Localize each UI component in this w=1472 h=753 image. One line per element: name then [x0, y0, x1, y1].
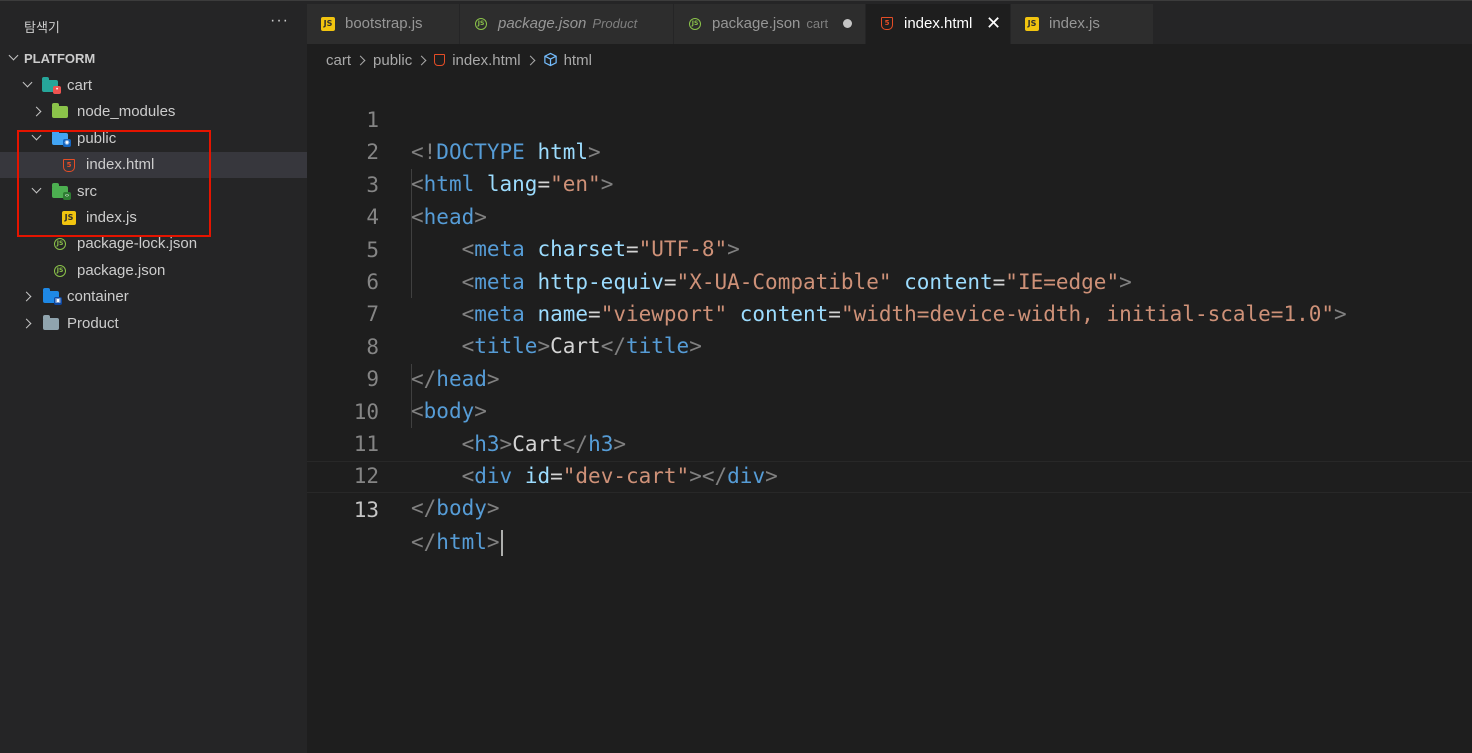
code-line: 10 <h3>Cart</h3> [307, 364, 1472, 456]
breadcrumb-item[interactable]: html [564, 50, 592, 72]
chevron-right-icon [416, 55, 427, 65]
explorer-sidebar: 탐색기 ··· PLATFORM • cart node_modules ◉ p… [0, 4, 307, 753]
tree-label: cart [67, 77, 93, 94]
node-folder-icon [52, 103, 68, 118]
editor-tab-bar: JS bootstrap.js JS package.json Product J… [307, 4, 1472, 44]
code-line: 9 <body> [307, 331, 1472, 423]
tree-label: container [67, 288, 129, 305]
code-line: 1 <!DOCTYPE html> [307, 72, 1472, 164]
html5-file-icon: 5 [881, 17, 893, 30]
code-line: 7 <title>Cart</title> [307, 266, 1472, 358]
highlight-box [17, 130, 211, 237]
breadcrumb: cart public index.html html [326, 50, 592, 72]
tab-label: index.js [1049, 15, 1100, 32]
nodejs-file-icon: JS [54, 265, 66, 277]
tree-item-container[interactable]: ▣ container [0, 284, 307, 310]
tab-filename: package.json [712, 15, 801, 32]
chevron-down-icon [8, 50, 19, 61]
code-line-current: 13 </html> [307, 460, 1472, 556]
chevron-right-icon [355, 55, 366, 65]
tab-description: cart [806, 16, 829, 31]
nodejs-file-icon: JS [54, 238, 66, 250]
tree-label: Product [67, 315, 119, 332]
code-line: 2 <html lang="en"> [307, 104, 1472, 196]
tree-label: package.json [77, 262, 166, 279]
code-text: </html> [411, 526, 503, 558]
tab-label: bootstrap.js [345, 15, 423, 32]
tab-index-html[interactable]: 5 index.html ✕ [866, 4, 1011, 44]
tab-description: Product [592, 16, 638, 31]
cart-folder-icon: • [42, 77, 61, 94]
breadcrumb-item[interactable]: public [373, 50, 412, 72]
code-line: 4 <meta charset="UTF-8"> [307, 169, 1472, 261]
chevron-right-icon [525, 55, 536, 65]
container-folder-icon: ▣ [43, 288, 62, 305]
tree-item-product[interactable]: Product [0, 311, 307, 337]
chevron-right-icon [21, 318, 32, 329]
tab-label: package.json cart [712, 15, 828, 32]
tab-label: index.html [904, 15, 973, 32]
js-file-icon: JS [1025, 17, 1039, 31]
code-line: 11 <div id="dev-cart"></div> [307, 396, 1472, 488]
cube-icon [543, 52, 557, 67]
tab-label: package.json Product [498, 15, 637, 32]
code-line: 6 <meta name="viewport" content="width=d… [307, 234, 1472, 326]
workspace-label: PLATFORM [24, 51, 96, 66]
code-line: 5 <meta http-equiv="X-UA-Compatible" con… [307, 202, 1472, 294]
tree-item-package-json[interactable]: JS package.json [0, 258, 307, 284]
close-icon[interactable]: ✕ [986, 13, 1001, 34]
tree-label: node_modules [77, 103, 176, 120]
tab-filename: package.json [498, 15, 587, 32]
js-file-icon: JS [321, 17, 335, 31]
tree-item-platform[interactable]: PLATFORM [0, 46, 307, 72]
nodejs-file-icon: JS [689, 18, 701, 30]
code-editor[interactable]: 1 <!DOCTYPE html> 2 <html lang="en"> 3 <… [307, 72, 1472, 753]
explorer-title: 탐색기 [24, 20, 60, 35]
tab-bootstrap-js[interactable]: JS bootstrap.js [307, 4, 460, 44]
code-line: 3 <head> [307, 137, 1472, 229]
unsaved-dot-icon[interactable] [843, 19, 852, 28]
code-line: 8 </head> [307, 299, 1472, 391]
breadcrumb-item[interactable]: cart [326, 50, 351, 72]
code-line: 12 </body> [307, 428, 1472, 520]
chevron-right-icon [21, 291, 32, 302]
text-cursor [500, 529, 503, 556]
tab-package-json-product[interactable]: JS package.json Product [460, 4, 674, 44]
folder-icon [43, 315, 59, 330]
tree-item-node-modules[interactable]: node_modules [0, 99, 307, 125]
tab-index-js[interactable]: JS index.js [1011, 4, 1154, 44]
more-actions-icon[interactable]: ··· [270, 12, 289, 30]
line-number: 13 [353, 497, 379, 522]
tree-item-cart[interactable]: • cart [0, 73, 307, 99]
chevron-down-icon [22, 77, 33, 88]
chevron-right-icon [31, 106, 42, 117]
html5-file-icon [434, 53, 446, 66]
tab-package-json-cart[interactable]: JS package.json cart [674, 4, 866, 44]
nodejs-file-icon: JS [475, 18, 487, 30]
code-text: </body> [411, 496, 500, 521]
breadcrumb-item[interactable]: index.html [452, 50, 520, 72]
